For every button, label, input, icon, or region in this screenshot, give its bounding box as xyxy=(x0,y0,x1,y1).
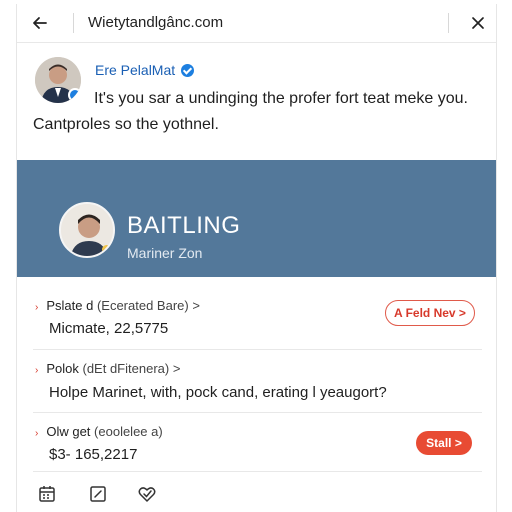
row-subtitle: (dEt dFitenera) > xyxy=(82,361,181,376)
author-name[interactable]: Ere PelalMat xyxy=(95,62,195,78)
row-subtitle: (eoolelee a) xyxy=(94,424,163,439)
profile-card: Wietytandlgânc.com Ere PelalMat It's you… xyxy=(16,4,497,512)
top-bar: Wietytandlgânc.com xyxy=(17,4,496,42)
caret-icon: › xyxy=(35,428,39,439)
close-icon[interactable] xyxy=(468,13,488,33)
banner-subtitle: Mariner Zon xyxy=(127,245,203,261)
calendar-icon[interactable] xyxy=(37,484,57,504)
caret-icon: › xyxy=(35,302,39,313)
row-value: Micmate, 22,5775 xyxy=(49,320,169,337)
caret-icon: › xyxy=(35,365,39,376)
banner-title: BAITLING xyxy=(127,212,241,239)
divider xyxy=(33,412,482,413)
stall-button[interactable]: Stall > xyxy=(416,431,472,455)
divider xyxy=(33,349,482,350)
row-value: $3- 165,2217 xyxy=(49,446,138,463)
post-text-line: It's you sar a undinging the profer fort… xyxy=(94,90,468,107)
row-title: Polok xyxy=(46,361,79,376)
verified-badge xyxy=(68,88,81,102)
row-value: Holpe Marinet, with, pock cand, erating … xyxy=(49,384,387,401)
heart-check-icon[interactable] xyxy=(137,484,157,504)
divider xyxy=(17,42,496,43)
separator xyxy=(73,13,74,33)
feld-nev-button[interactable]: A Feld Nev > xyxy=(385,300,475,326)
profile-avatar[interactable] xyxy=(59,202,115,258)
row-title: Olw get xyxy=(46,424,91,439)
profile-banner: BAITLING Mariner Zon xyxy=(17,160,496,277)
separator xyxy=(448,13,449,33)
row-subtitle: (Ecerated Bare) > xyxy=(96,298,200,313)
divider xyxy=(33,471,482,472)
author-name-text[interactable]: Ere PelalMat xyxy=(95,62,175,78)
url-text: Wietytandlgânc.com xyxy=(88,14,224,31)
list-item-header[interactable]: › Polok (dEt dFitenera) > xyxy=(35,361,180,376)
post-text-line: Cantproles so the yothnel. xyxy=(33,116,219,133)
back-arrow-icon[interactable] xyxy=(29,12,51,34)
list-item-header[interactable]: › Olw get (eoolelee a) xyxy=(35,424,163,439)
author-avatar[interactable] xyxy=(35,57,81,103)
status-dot xyxy=(102,245,111,254)
verified-icon xyxy=(181,63,195,77)
edit-icon[interactable] xyxy=(88,484,108,504)
list-item-header[interactable]: › Pslate d (Ecerated Bare) > xyxy=(35,298,200,313)
row-title: Pslate d xyxy=(46,298,94,313)
